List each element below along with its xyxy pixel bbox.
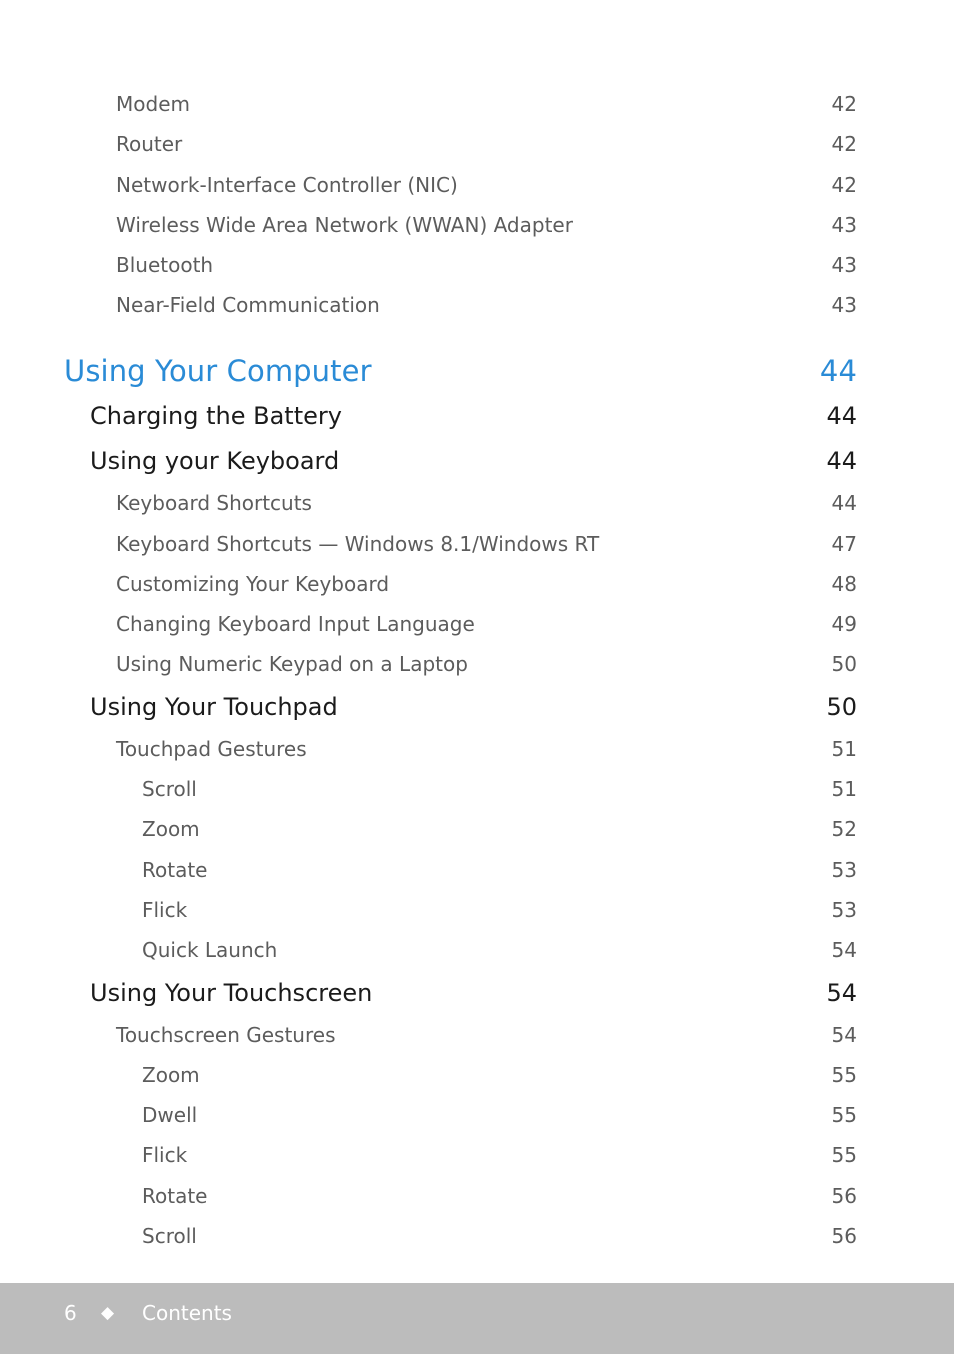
toc-entry-page: 47 [831, 532, 857, 556]
toc-entry-page: 44 [831, 491, 857, 515]
toc-entry-page: 43 [831, 213, 857, 237]
toc-entry-label: Zoom [142, 1063, 200, 1087]
toc-entry-label: Rotate [142, 858, 208, 882]
toc-entry-page: 54 [831, 938, 857, 962]
toc-entry-label: Flick [142, 1143, 188, 1167]
toc-section-page: 50 [826, 693, 857, 721]
diamond-icon: ◆ [101, 1303, 115, 1323]
footer-section-title: Contents [142, 1301, 232, 1325]
toc-chapter-page: 44 [819, 354, 857, 388]
toc-entry-page: 55 [831, 1103, 857, 1127]
toc-entry-label: Touchpad Gestures [116, 737, 307, 761]
toc-entry-label: Network-Interface Controller (NIC) [116, 173, 458, 197]
toc-entry-page: 52 [831, 817, 857, 841]
toc-entry-page: 55 [831, 1143, 857, 1167]
toc-section-page: 54 [826, 979, 857, 1007]
toc-entry-label: Rotate [142, 1184, 208, 1208]
toc-entry-page: 56 [831, 1224, 857, 1248]
toc-entry-label: Customizing Your Keyboard [116, 572, 390, 596]
toc-entry-label: Keyboard Shortcuts [116, 491, 312, 515]
toc-entry-label: Using Numeric Keypad on a Laptop [116, 652, 468, 676]
toc-entry-label: Dwell [142, 1103, 198, 1127]
toc-entry-page: 51 [831, 737, 857, 761]
toc-entry-page: 53 [831, 898, 857, 922]
toc-section-label: Using Your Touchpad [90, 693, 338, 721]
toc-section-label: Using your Keyboard [90, 447, 340, 475]
toc-entry-label: Wireless Wide Area Network (WWAN) Adapte… [116, 213, 573, 237]
toc-chapter-label: Using Your Computer [64, 354, 372, 388]
toc-section-page: 44 [826, 447, 857, 475]
toc-entry-label: Zoom [142, 817, 200, 841]
toc-entry-page: 42 [831, 132, 857, 156]
toc-entry-page: 43 [831, 293, 857, 317]
toc-section-label: Using Your Touchscreen [90, 979, 373, 1007]
toc-entry-label: Touchscreen Gestures [116, 1023, 336, 1047]
toc-entry-label: Bluetooth [116, 253, 214, 277]
toc-section-page: 44 [826, 402, 857, 430]
toc-entry-label: Router [116, 132, 183, 156]
toc-entry-label: Scroll [142, 777, 197, 801]
page-footer: 6 ◆ Contents [0, 1283, 954, 1354]
toc-entry-page: 42 [831, 92, 857, 116]
toc-entry-label: Changing Keyboard Input Language [116, 612, 475, 636]
footer-page-number: 6 [64, 1301, 77, 1325]
toc-entry-page: 54 [831, 1023, 857, 1047]
toc-entry-label: Quick Launch [142, 938, 278, 962]
toc-entry-label: Keyboard Shortcuts — Windows 8.1/Windows… [116, 532, 600, 556]
toc-entry-page: 50 [831, 652, 857, 676]
toc-entry-page: 42 [831, 173, 857, 197]
toc-entry-label: Flick [142, 898, 188, 922]
toc-entry-page: 53 [831, 858, 857, 882]
toc-entry-page: 55 [831, 1063, 857, 1087]
toc-entry-page: 48 [831, 572, 857, 596]
toc-section-label: Charging the Battery [90, 402, 342, 430]
toc-entry-page: 56 [831, 1184, 857, 1208]
toc-entry-label: Modem [116, 92, 190, 116]
toc-entry-label: Scroll [142, 1224, 197, 1248]
toc-entry-page: 43 [831, 253, 857, 277]
toc-entry-page: 51 [831, 777, 857, 801]
toc-entry-label: Near-Field Communication [116, 293, 380, 317]
toc-entry-page: 49 [831, 612, 857, 636]
